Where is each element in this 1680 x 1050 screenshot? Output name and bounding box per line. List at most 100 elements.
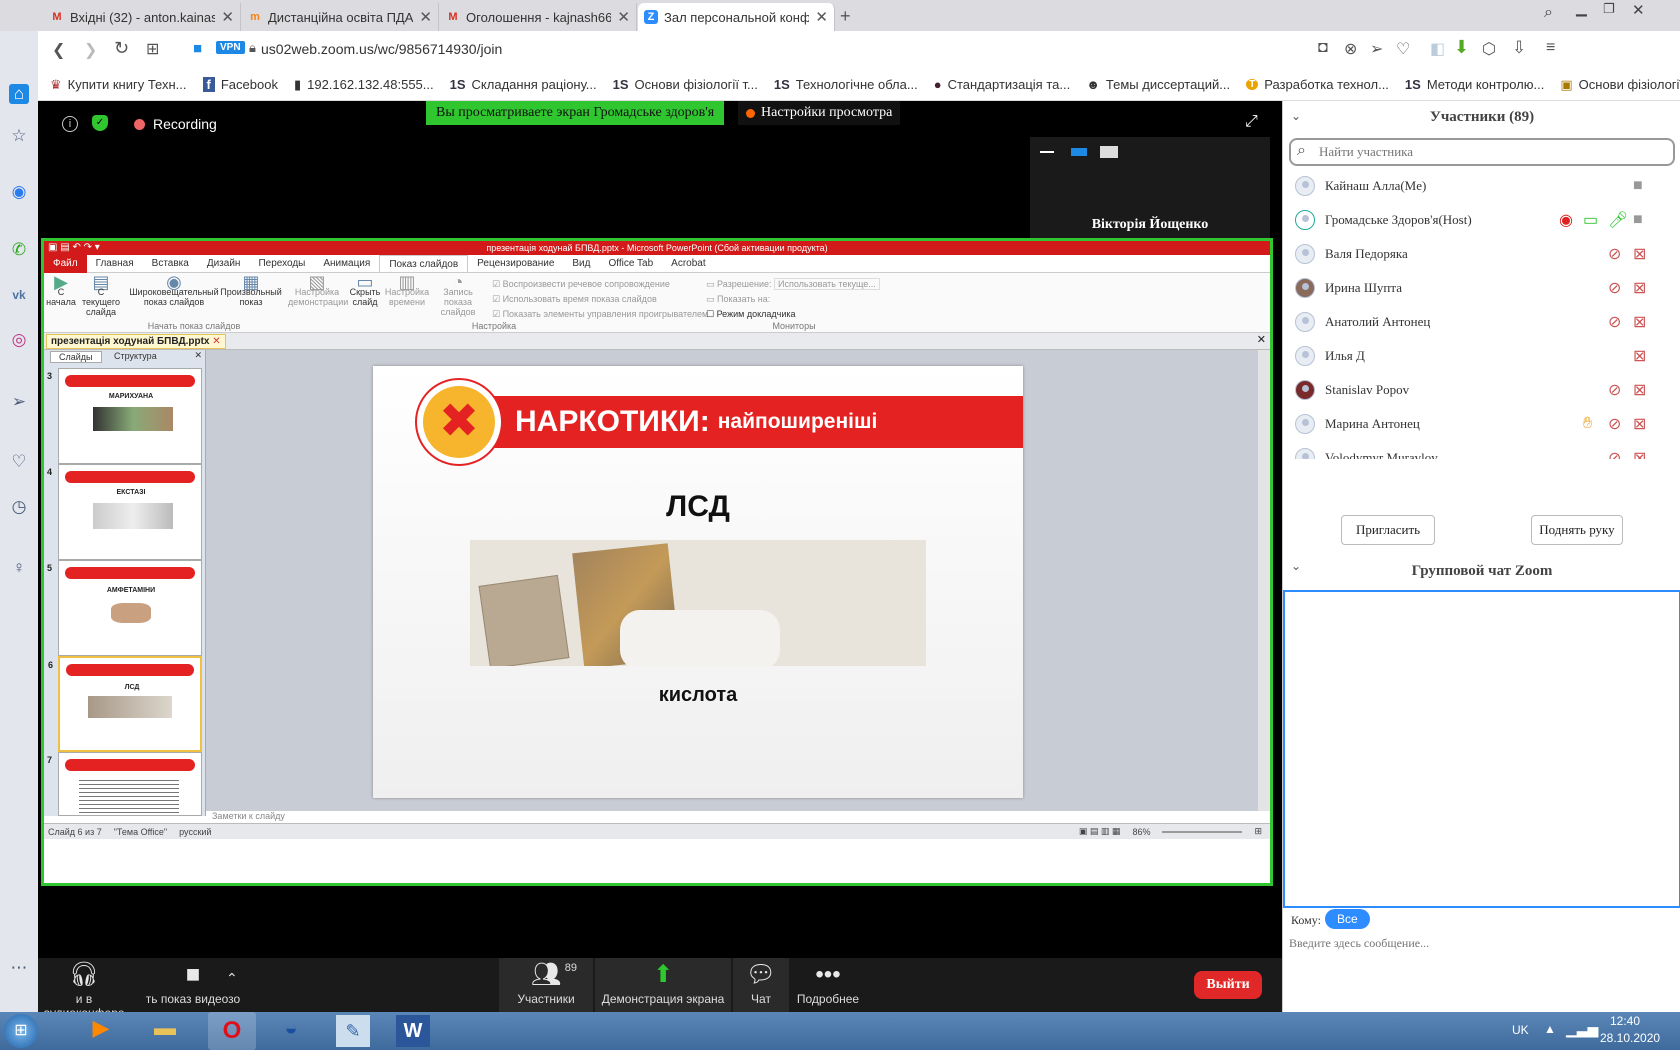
presenter-checkbox[interactable]: ☐ Режим докладчика (706, 307, 880, 322)
participant-row[interactable]: Анатолий Антонец ⊘ ⊠ (1283, 305, 1663, 339)
mic-muted-icon[interactable]: ⊘ (1608, 448, 1621, 459)
participants-button[interactable]: 👥︎ Участники 89 (499, 958, 593, 1018)
home-icon[interactable]: ⌂ (9, 84, 29, 104)
setup-show-button[interactable]: ▧ Настройка демонстрации (288, 273, 348, 307)
slide-thumb[interactable]: 7 (47, 752, 202, 816)
clock-date[interactable]: 28.10.2020 (1600, 1031, 1660, 1045)
close-icon[interactable]: ✕ (221, 8, 234, 26)
pane-tab-outline[interactable]: Структура (108, 351, 163, 361)
media-player-icon[interactable]: ▶ (84, 1015, 118, 1047)
camera-off-icon[interactable]: ⊠ (1633, 244, 1646, 264)
recipient-select[interactable]: Все (1325, 909, 1370, 929)
instagram-icon[interactable]: ◎ (9, 330, 29, 350)
participant-row[interactable]: Кайнаш Алла(Me) ■ (1283, 169, 1663, 203)
participant-row[interactable]: Валя Педоряка ⊘ ⊠ (1283, 237, 1663, 271)
info-icon[interactable]: i (62, 116, 78, 132)
mic-muted-icon[interactable]: ⊘ (1608, 278, 1621, 298)
search-icon[interactable]: ⌕ (1544, 4, 1553, 22)
participant-row[interactable]: Илья Д ⊠ (1283, 339, 1663, 373)
more-icon[interactable]: ⋯ (9, 958, 29, 978)
audio-button[interactable]: 🎧︎и в аудиоконфере (38, 958, 130, 1020)
participant-row[interactable]: Ирина Шупта ⊘ ⊠ (1283, 271, 1663, 305)
slide-thumb[interactable]: 5 АМФЕТАМІНИ (47, 560, 202, 656)
ribbon-tab[interactable]: Вид (563, 258, 599, 269)
new-tab-button[interactable]: + (840, 6, 851, 27)
ribbon-tab[interactable]: Office Tab (599, 258, 662, 269)
camera-off-icon[interactable]: ⊠ (1633, 312, 1646, 332)
record-show-button[interactable]: ◔ Запись показа слайдов (430, 273, 486, 317)
reload-icon[interactable]: ↻ (114, 38, 129, 59)
tray-expand-icon[interactable]: ▲ (1544, 1022, 1556, 1036)
ribbon-tab[interactable]: Рецензирование (468, 258, 563, 269)
language-indicator[interactable]: UK (1512, 1023, 1529, 1037)
view-full-icon[interactable] (1100, 146, 1118, 158)
close-icon[interactable]: ✕ (212, 336, 220, 347)
clock-time[interactable]: 12:40 (1610, 1014, 1640, 1028)
participant-row[interactable]: Марина Антонец ✋︎ ⊘ ⊠ (1283, 407, 1663, 441)
microphone-icon[interactable]: 🎤︎ (1608, 210, 1628, 230)
from-start-button[interactable]: ▶ С начала (46, 273, 76, 307)
pane-tab-slides[interactable]: Слайды (50, 351, 102, 363)
close-icon[interactable]: ✕ (1257, 333, 1266, 346)
shield-icon[interactable]: ✓ (92, 115, 108, 131)
ribbon-tab[interactable]: Acrobat (662, 258, 714, 269)
network-icon[interactable]: ▁▃▅ (1566, 1021, 1598, 1038)
mic-muted-icon[interactable]: ⊘ (1608, 312, 1621, 332)
tabs-grid-icon[interactable]: ⊞ (146, 39, 159, 59)
checkbox-timings[interactable]: ☑ Использовать время показа слайдов (492, 292, 708, 307)
history-icon[interactable]: ◷ (9, 497, 29, 517)
chat-button[interactable]: 💬︎ Чат (733, 958, 789, 1018)
camera-off-icon[interactable]: ⊠ (1633, 278, 1646, 298)
messenger-icon[interactable]: ◉ (9, 182, 29, 202)
raise-hand-button[interactable]: Поднять руку (1531, 515, 1623, 545)
camera-off-icon[interactable]: ⊠ (1633, 380, 1646, 400)
cube-icon[interactable]: ⬡ (1482, 39, 1496, 59)
start-button[interactable]: ⊞ (4, 1014, 38, 1048)
ribbon-tab[interactable]: Анимация (314, 258, 379, 269)
participant-search[interactable]: ⌕ (1289, 138, 1675, 166)
camera-icon[interactable]: ■ (1633, 211, 1643, 229)
slide-thumb[interactable]: 3 МАРИХУАНА (47, 368, 202, 464)
camera-off-icon[interactable]: ⊠ (1633, 448, 1646, 459)
menu-icon[interactable]: ≡ (1546, 39, 1555, 57)
fullscreen-icon[interactable]: ⤢ (1245, 113, 1258, 131)
ribbon-tab[interactable]: Переходы (249, 258, 314, 269)
camera-icon[interactable]: ■ (1633, 177, 1643, 195)
participant-row[interactable]: Volodymyr Muravlov ⊘ ⊠ (1283, 441, 1663, 459)
share-screen-button[interactable]: ⬆ Демонстрация экрана (595, 958, 731, 1018)
bookmark-item[interactable]: 1S Складання раціону... (450, 77, 597, 92)
more-button[interactable]: ••• Подробнее (791, 958, 865, 1012)
explorer-icon[interactable]: ▬ (148, 1015, 182, 1047)
bookmark-item[interactable]: ▣ Основи фізіології т... (1560, 77, 1680, 93)
mic-muted-icon[interactable]: ⊘ (1608, 244, 1621, 264)
tips-icon[interactable]: ♀ (9, 558, 29, 578)
view-strip-icon[interactable] (1071, 148, 1087, 156)
forward-icon[interactable]: ❯ (84, 40, 97, 60)
broadcast-button[interactable]: ◉ Широковещательный показ слайдов (128, 273, 220, 307)
bookmark-item[interactable]: 1S Основи фізіології т... (613, 77, 758, 92)
mic-muted-icon[interactable]: ⊘ (1608, 380, 1621, 400)
close-icon[interactable]: ✕ (194, 350, 202, 361)
opera-taskbar-icon[interactable]: O (208, 1012, 256, 1050)
bookmark-item[interactable]: ● Стандартизація та... (934, 77, 1071, 92)
zoom-slider[interactable] (1162, 830, 1243, 833)
extension-icon[interactable]: ◧ (1430, 39, 1445, 59)
ribbon-tab-slideshow[interactable]: Показ слайдов (379, 254, 469, 273)
heart-icon[interactable]: ♡ (9, 452, 29, 472)
star-icon[interactable]: ☆ (9, 126, 29, 146)
invite-button[interactable]: Пригласить (1341, 515, 1435, 545)
show-on-row[interactable]: ▭ Показать на: (706, 292, 880, 307)
camera-off-icon[interactable]: ⊠ (1633, 414, 1646, 434)
thunderbird-icon[interactable]: ◒ (274, 1015, 308, 1047)
notes-pane[interactable]: Заметки к слайду (206, 811, 1270, 823)
send-icon[interactable]: ➢ (9, 392, 29, 412)
fit-icon[interactable]: ⊞ (1254, 826, 1262, 837)
close-icon[interactable]: ✕ (815, 8, 828, 26)
tab-gmail[interactable]: M Вхідні (32) - anton.kainash ✕ (44, 3, 241, 31)
minimize-video-icon[interactable] (1040, 151, 1054, 153)
hide-slide-button[interactable]: ▭ Скрыть слайд (348, 273, 382, 307)
from-current-button[interactable]: ▤ С текущего слайда (78, 273, 124, 317)
camera-off-icon[interactable]: ⊠ (1633, 346, 1646, 366)
close-icon[interactable]: ✕ (419, 8, 432, 26)
participant-row[interactable]: Громадське Здоров'я(Host) ◉ ▭ 🎤︎ ■ (1283, 203, 1663, 237)
